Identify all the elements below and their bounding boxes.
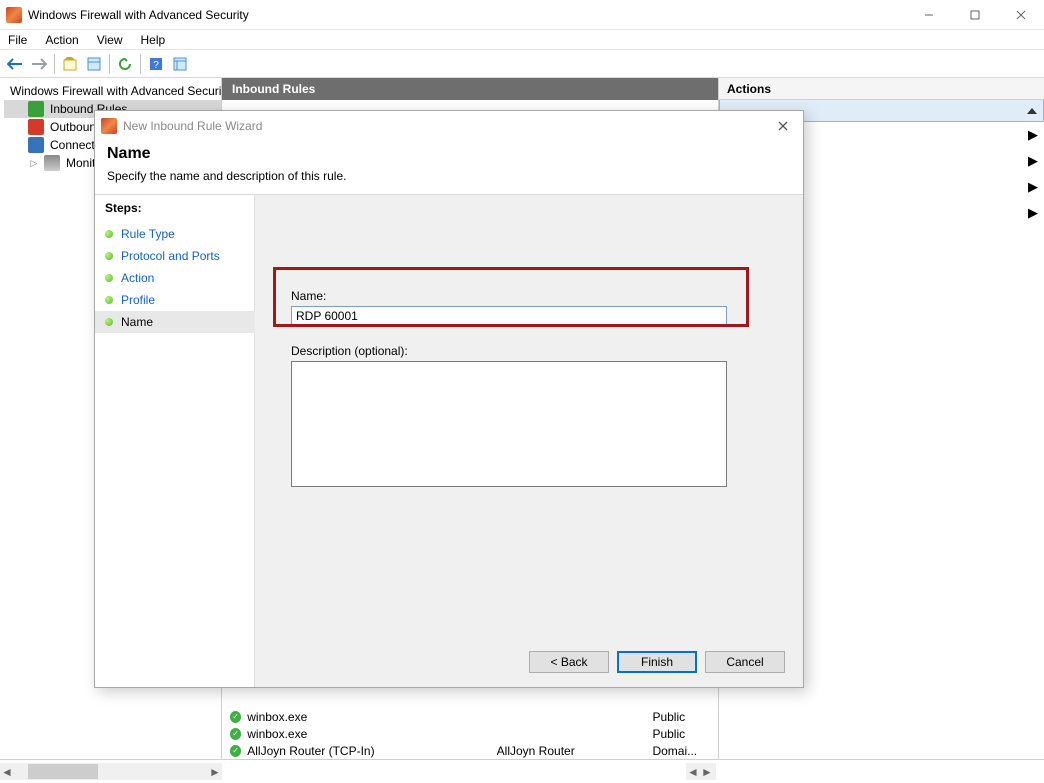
dialog-heading: Name (107, 145, 791, 163)
scroll-left-icon[interactable]: ◄ (686, 763, 700, 780)
step-label: Rule Type (121, 227, 175, 241)
steps-label: Steps: (105, 201, 254, 215)
firewall-icon (6, 7, 22, 23)
scroll-right-icon[interactable]: ► (208, 765, 222, 779)
bullet-icon (105, 296, 113, 304)
steps-column: Steps: Rule Type Protocol and Ports Acti… (95, 195, 255, 687)
toolbar: ? (0, 50, 1044, 78)
description-label: Description (optional): (291, 344, 785, 358)
step-name[interactable]: Name (95, 311, 255, 333)
refresh-button[interactable] (114, 53, 136, 75)
step-protocol-ports[interactable]: Protocol and Ports (105, 245, 254, 267)
dialog-header: Name Specify the name and description of… (95, 141, 803, 194)
step-label: Name (121, 315, 153, 329)
close-button[interactable] (998, 0, 1044, 29)
bullet-icon (105, 274, 113, 282)
toolbar-separator (140, 54, 141, 74)
monitoring-icon (44, 155, 60, 171)
rule-row[interactable]: ✓ AllJoyn Router (TCP-In) AllJoyn Router… (222, 742, 718, 759)
dialog-close-button[interactable] (769, 115, 797, 137)
rule-profile: Public (652, 727, 718, 741)
bullet-icon (105, 318, 113, 326)
view-button[interactable] (83, 53, 105, 75)
firewall-icon (101, 118, 117, 134)
rules-header: Inbound Rules (222, 78, 718, 100)
rule-profile: Domai... (652, 744, 718, 758)
properties-button[interactable] (169, 53, 191, 75)
tree-root-node[interactable]: Windows Firewall with Advanced Security (4, 82, 221, 100)
rules-hscrollbar[interactable]: ◄ ► (686, 763, 716, 780)
step-label: Action (121, 271, 154, 285)
inbound-icon (28, 101, 44, 117)
actions-header: Actions (719, 78, 1044, 100)
step-profile[interactable]: Profile (105, 289, 254, 311)
rule-name: AllJoyn Router (TCP-In) (247, 744, 490, 758)
step-action[interactable]: Action (105, 267, 254, 289)
scroll-right-icon[interactable]: ► (700, 763, 714, 780)
back-button[interactable]: < Back (529, 651, 609, 673)
expander-icon[interactable]: ▷ (28, 157, 40, 169)
menu-help[interactable]: Help (141, 33, 166, 47)
dialog-title: New Inbound Rule Wizard (123, 119, 262, 133)
up-button[interactable] (59, 53, 81, 75)
tree-root-label: Windows Firewall with Advanced Security (10, 84, 222, 98)
toolbar-separator (54, 54, 55, 74)
window-controls (906, 0, 1044, 29)
new-rule-wizard-dialog: New Inbound Rule Wizard Name Specify the… (94, 110, 804, 688)
dialog-titlebar[interactable]: New Inbound Rule Wizard (95, 111, 803, 141)
outbound-icon (28, 119, 44, 135)
actions-header-label: Actions (727, 82, 771, 96)
chevron-right-icon: ▶ (1028, 179, 1038, 195)
menu-file[interactable]: File (8, 33, 27, 47)
maximize-button[interactable] (952, 0, 998, 29)
rules-list: ✓ winbox.exe Public ✓ winbox.exe Public … (222, 708, 718, 759)
finish-button[interactable]: Finish (617, 651, 697, 673)
help-button[interactable]: ? (145, 53, 167, 75)
connection-icon (28, 137, 44, 153)
titlebar: Windows Firewall with Advanced Security (0, 0, 1044, 30)
step-label: Profile (121, 293, 155, 307)
chevron-right-icon: ▶ (1028, 127, 1038, 143)
chevron-right-icon: ▶ (1028, 153, 1038, 169)
scroll-thumb[interactable] (28, 764, 98, 779)
check-icon: ✓ (230, 745, 241, 757)
collapse-icon[interactable] (1027, 108, 1037, 114)
rule-name: winbox.exe (247, 710, 490, 724)
menu-view[interactable]: View (97, 33, 123, 47)
bullet-icon (105, 252, 113, 260)
rule-row[interactable]: ✓ winbox.exe Public (222, 725, 718, 742)
rule-row[interactable]: ✓ winbox.exe Public (222, 708, 718, 725)
svg-text:?: ? (153, 60, 159, 71)
forward-button[interactable] (28, 53, 50, 75)
rule-group: AllJoyn Router (497, 744, 647, 758)
menu-action[interactable]: Action (45, 33, 78, 47)
description-textarea[interactable] (291, 361, 727, 487)
name-input[interactable] (291, 306, 727, 326)
dialog-subheading: Specify the name and description of this… (107, 169, 791, 183)
back-button[interactable] (4, 53, 26, 75)
step-rule-type[interactable]: Rule Type (105, 223, 254, 245)
bullet-icon (105, 230, 113, 238)
chevron-right-icon: ▶ (1028, 205, 1038, 221)
name-label: Name: (291, 289, 785, 303)
dialog-body: Steps: Rule Type Protocol and Ports Acti… (95, 194, 803, 687)
scroll-left-icon[interactable]: ◄ (0, 765, 14, 779)
minimize-button[interactable] (906, 0, 952, 29)
cancel-button[interactable]: Cancel (705, 651, 785, 673)
rule-name: winbox.exe (247, 727, 490, 741)
menubar: File Action View Help (0, 30, 1044, 50)
statusbar: ◄ ► ◄ ► (0, 759, 1044, 783)
toolbar-separator (109, 54, 110, 74)
form-column: Name: Description (optional): < Back Fin… (255, 195, 803, 687)
check-icon: ✓ (230, 711, 241, 723)
rule-profile: Public (652, 710, 718, 724)
window-title: Windows Firewall with Advanced Security (28, 8, 249, 22)
tree-hscrollbar[interactable]: ◄ ► (0, 763, 222, 780)
dialog-buttons: < Back Finish Cancel (529, 651, 785, 673)
step-label: Protocol and Ports (121, 249, 220, 263)
check-icon: ✓ (230, 728, 241, 740)
